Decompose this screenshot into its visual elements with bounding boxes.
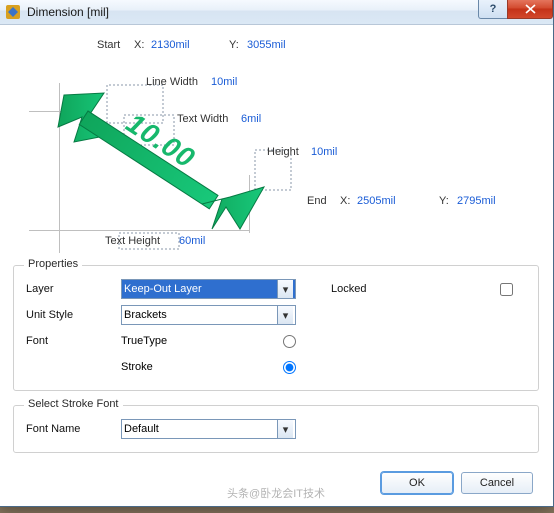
unit-style-value: Brackets: [124, 309, 167, 321]
start-label: Start: [97, 39, 120, 51]
line-width-value: 10mil: [211, 76, 237, 88]
layer-combobox[interactable]: Keep-Out Layer ▾: [121, 279, 296, 299]
window-title: Dimension [mil]: [27, 5, 109, 19]
end-label: End: [307, 195, 327, 207]
height-value: 10mil: [311, 146, 337, 158]
chevron-down-icon: ▾: [277, 420, 293, 438]
font-name-value: Default: [124, 423, 159, 435]
start-y-value: 3055mil: [247, 39, 286, 51]
end-y-value: 2795mil: [457, 195, 496, 207]
chevron-down-icon: ▾: [277, 280, 293, 298]
watermark: 头条@卧龙会IT技术: [219, 484, 333, 502]
ok-button[interactable]: OK: [381, 472, 453, 494]
chevron-down-icon: ▾: [277, 306, 293, 324]
properties-group: Properties Layer Keep-Out Layer ▾ Locked…: [13, 265, 539, 391]
truetype-radio[interactable]: [283, 335, 296, 348]
help-button[interactable]: ?: [478, 0, 508, 19]
end-x-label: X:: [340, 195, 350, 207]
text-width-value: 6mil: [241, 113, 261, 125]
stroke-font-group: Select Stroke Font Font Name Default ▾: [13, 405, 539, 453]
layer-value: Keep-Out Layer: [124, 283, 202, 295]
app-icon: [5, 4, 21, 20]
text-height-value: 60mil: [179, 235, 205, 247]
stroke-radio[interactable]: [283, 361, 296, 374]
text-width-label: Text Width: [177, 113, 228, 125]
end-x-value: 2505mil: [357, 195, 396, 207]
cancel-button[interactable]: Cancel: [461, 472, 533, 494]
properties-legend: Properties: [24, 258, 82, 270]
start-x-value: 2130mil: [151, 39, 190, 51]
text-height-label: Text Height: [105, 235, 160, 247]
font-label: Font: [26, 335, 121, 347]
line-width-label: Line Width: [146, 76, 198, 88]
window-buttons: ?: [478, 0, 553, 19]
start-x-label: X:: [134, 39, 144, 51]
client-area: 10.00 Start X: 2130mil Y: 3055mil Line W…: [0, 25, 553, 506]
locked-label: Locked: [311, 283, 411, 295]
locked-checkbox[interactable]: [500, 283, 513, 296]
title-bar[interactable]: Dimension [mil] ?: [0, 0, 553, 25]
font-name-combobox[interactable]: Default ▾: [121, 419, 296, 439]
stroke-label: Stroke: [121, 361, 153, 373]
dimension-diagram: 10.00 Start X: 2130mil Y: 3055mil Line W…: [0, 25, 553, 255]
unit-style-label: Unit Style: [26, 309, 121, 321]
callout-lines: [0, 25, 539, 260]
layer-label: Layer: [26, 283, 121, 295]
truetype-label: TrueType: [121, 335, 167, 347]
button-bar: OK Cancel: [381, 472, 533, 494]
stroke-font-legend: Select Stroke Font: [24, 398, 123, 410]
unit-style-combobox[interactable]: Brackets ▾: [121, 305, 296, 325]
font-name-label: Font Name: [26, 423, 121, 435]
close-button[interactable]: [507, 0, 553, 19]
start-y-label: Y:: [229, 39, 239, 51]
dialog-window: Dimension [mil] ?: [0, 0, 554, 507]
end-y-label: Y:: [439, 195, 449, 207]
height-label: Height: [267, 146, 299, 158]
